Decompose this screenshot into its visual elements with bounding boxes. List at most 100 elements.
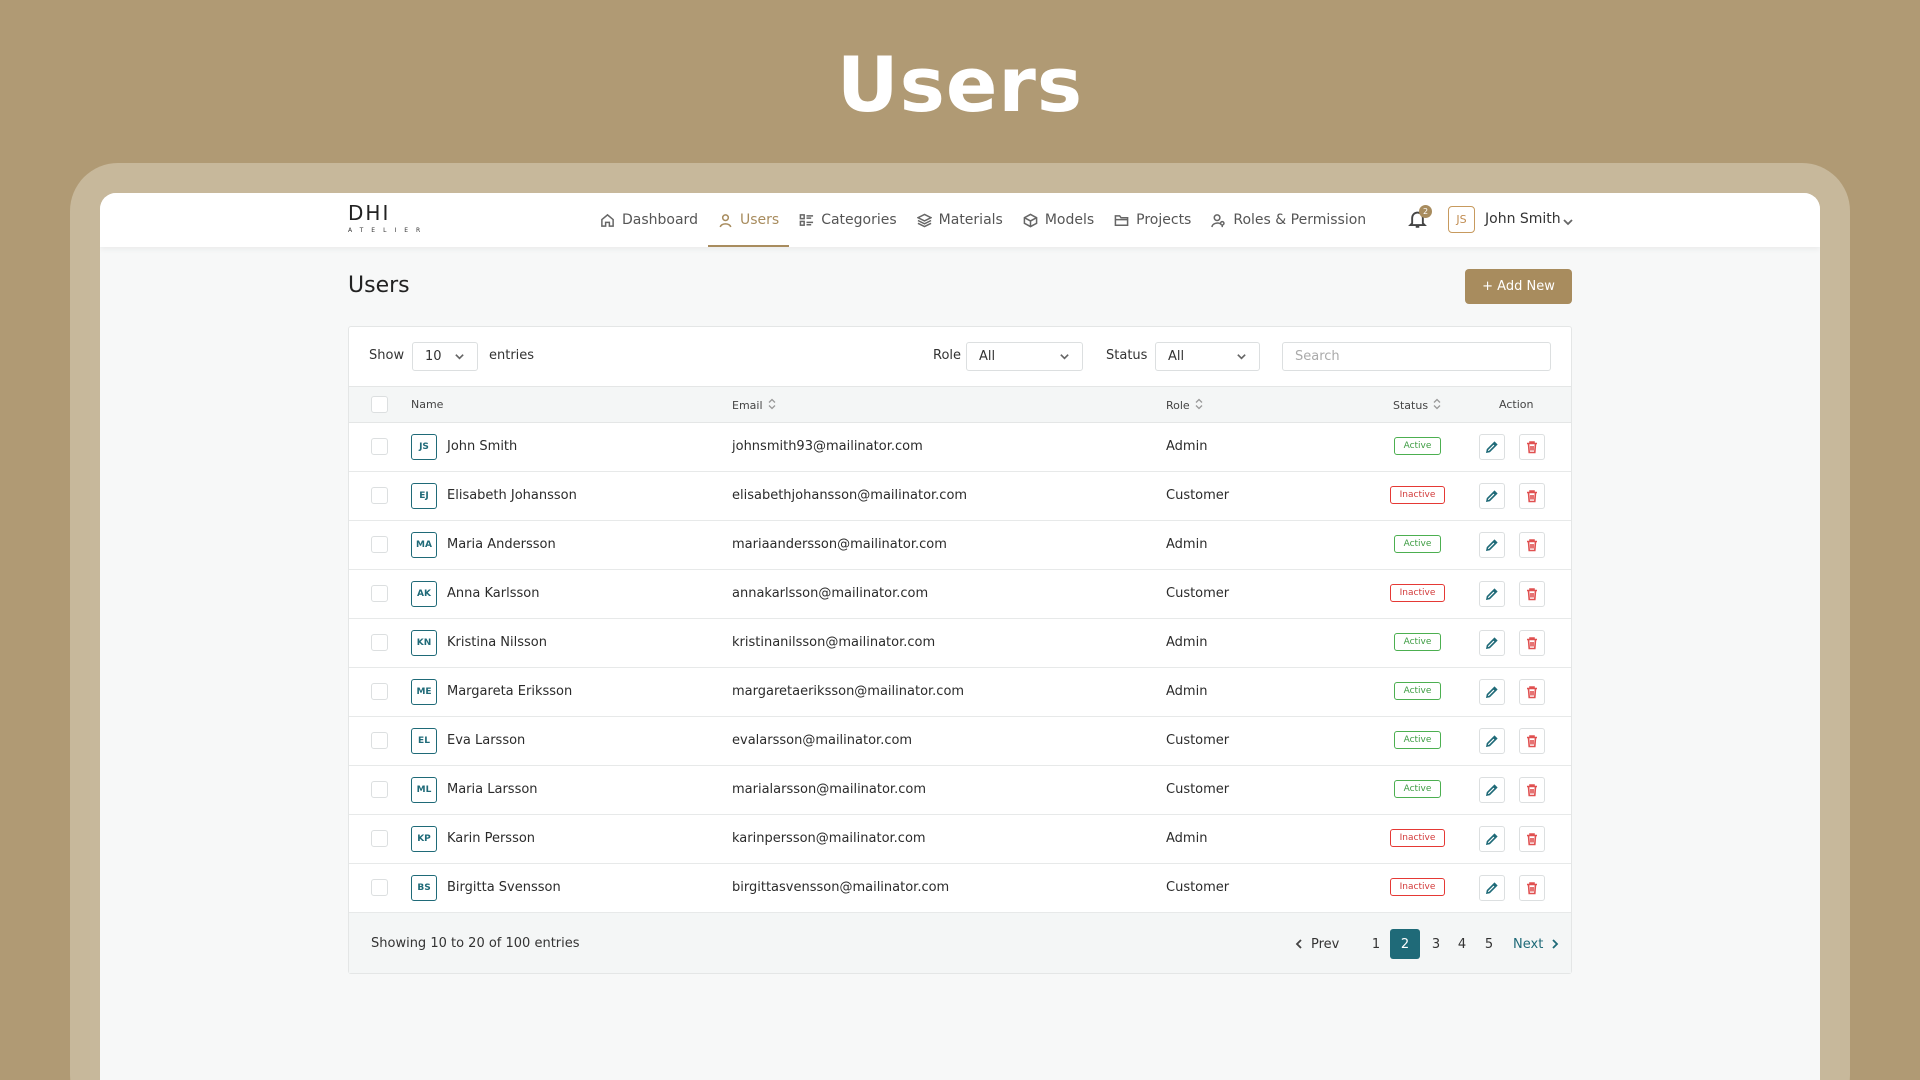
user-role-cell: Admin (1166, 439, 1208, 454)
status-select[interactable]: All (1155, 342, 1260, 371)
user-name-cell: Elisabeth Johansson (447, 488, 577, 503)
user-email-cell: annakarlsson@mailinator.com (732, 586, 929, 601)
edit-button[interactable] (1479, 679, 1505, 705)
app-screen: DHI ATELIER Dashboard Users Categories M… (100, 193, 1820, 1080)
nav-item-dashboard[interactable]: Dashboard (590, 193, 708, 247)
delete-button[interactable] (1519, 630, 1545, 656)
user-name-cell: Anna Karlsson (447, 586, 540, 601)
column-label: Action (1499, 398, 1534, 411)
table-row: MA Maria Andersson mariaandersson@mailinat… (349, 521, 1571, 570)
row-checkbox[interactable] (371, 585, 388, 602)
role-filter-value: All (979, 349, 996, 364)
edit-button[interactable] (1479, 630, 1505, 656)
table-toolbar: Show 10 entries Role All Status All (349, 327, 1573, 387)
user-role-cell: Admin (1166, 635, 1208, 650)
row-checkbox[interactable] (371, 438, 388, 455)
nav-item-categories[interactable]: Categories (789, 193, 906, 247)
column-header-email[interactable]: Email (732, 398, 776, 413)
row-checkbox[interactable] (371, 487, 388, 504)
user-name-cell: Maria Larsson (447, 782, 538, 797)
user-email-cell: birgittasvensson@mailinator.com (732, 880, 950, 895)
user-initials-avatar: KN (411, 630, 437, 656)
nav-label: Roles & Permission (1233, 212, 1367, 228)
delete-button[interactable] (1519, 875, 1545, 901)
nav-item-materials[interactable]: Materials (907, 193, 1013, 247)
search-input[interactable] (1282, 342, 1551, 371)
chevron-down-icon (455, 354, 464, 360)
column-header-status[interactable]: Status (1393, 398, 1441, 413)
delete-button[interactable] (1519, 483, 1545, 509)
entries-summary: Showing 10 to 20 of 100 entries (371, 936, 580, 951)
pencil-icon (1485, 490, 1498, 503)
delete-button[interactable] (1519, 777, 1545, 803)
delete-button[interactable] (1519, 679, 1545, 705)
edit-button[interactable] (1479, 826, 1505, 852)
user-email-cell: karinpersson@mailinator.com (732, 831, 926, 846)
row-checkbox[interactable] (371, 634, 388, 651)
column-header-role[interactable]: Role (1166, 398, 1203, 413)
trash-icon (1527, 735, 1537, 748)
trash-icon (1527, 637, 1537, 650)
user-name-cell: Margareta Eriksson (447, 684, 573, 699)
select-all-checkbox[interactable] (371, 396, 388, 413)
add-new-button[interactable]: + Add New (1465, 269, 1572, 304)
table-row: KP Karin Persson karinpersson@mailinator.c… (349, 815, 1571, 864)
chevron-down-icon[interactable] (1562, 213, 1574, 226)
delete-button[interactable] (1519, 826, 1545, 852)
page-button-3[interactable]: 3 (1431, 929, 1441, 959)
edit-button[interactable] (1479, 875, 1505, 901)
edit-button[interactable] (1479, 532, 1505, 558)
sort-icon[interactable] (768, 398, 776, 413)
edit-button[interactable] (1479, 777, 1505, 803)
cube-icon (1023, 213, 1038, 227)
page-button-1[interactable]: 1 (1371, 929, 1381, 959)
row-checkbox[interactable] (371, 536, 388, 553)
role-select[interactable]: All (966, 342, 1083, 371)
row-checkbox[interactable] (371, 781, 388, 798)
row-checkbox[interactable] (371, 830, 388, 847)
user-role-cell: Admin (1166, 684, 1208, 699)
nav-item-models[interactable]: Models (1013, 193, 1104, 247)
next-page-button[interactable]: Next (1513, 929, 1561, 959)
row-checkbox[interactable] (371, 732, 388, 749)
delete-button[interactable] (1519, 581, 1545, 607)
status-badge: Inactive (1390, 829, 1445, 847)
prev-label: Prev (1311, 936, 1340, 952)
column-header-action: Action (1499, 398, 1533, 411)
table-header: Name Email Role Status Action (349, 386, 1571, 423)
user-email-cell: marialarsson@mailinator.com (732, 782, 926, 797)
sort-icon[interactable] (1433, 398, 1441, 413)
delete-button[interactable] (1519, 728, 1545, 754)
delete-button[interactable] (1519, 532, 1545, 558)
page-button-5[interactable]: 5 (1484, 929, 1494, 959)
trash-icon (1527, 784, 1537, 797)
folder-icon (1114, 214, 1129, 226)
user-role-cell: Admin (1166, 831, 1208, 846)
entries-select[interactable]: 10 (412, 342, 478, 371)
hero-title: Users (836, 40, 1084, 129)
notification-button[interactable]: 2 (1408, 205, 1432, 231)
user-email-cell: kristinanilsson@mailinator.com (732, 635, 936, 650)
page-button-2[interactable]: 2 (1390, 929, 1420, 959)
role-label: Role (933, 348, 962, 363)
nav-item-projects[interactable]: Projects (1104, 193, 1201, 247)
sort-icon[interactable] (1195, 398, 1203, 413)
column-label: Role (1166, 399, 1190, 412)
nav-item-users[interactable]: Users (707, 193, 790, 247)
page-button-4[interactable]: 4 (1457, 929, 1467, 959)
edit-button[interactable] (1479, 434, 1505, 460)
edit-button[interactable] (1479, 483, 1505, 509)
row-checkbox[interactable] (371, 683, 388, 700)
avatar[interactable]: JS (1448, 206, 1475, 233)
nav-label: Dashboard (622, 212, 698, 228)
user-name-cell: Birgitta Svensson (447, 880, 561, 895)
nav-item-roles-permission[interactable]: Roles & Permission (1201, 193, 1376, 247)
user-name[interactable]: John Smith (1485, 211, 1561, 227)
edit-button[interactable] (1479, 728, 1505, 754)
user-role-cell: Customer (1166, 782, 1230, 797)
prev-page-button[interactable]: Prev (1293, 929, 1339, 959)
edit-button[interactable] (1479, 581, 1505, 607)
delete-button[interactable] (1519, 434, 1545, 460)
row-checkbox[interactable] (371, 879, 388, 896)
logo[interactable]: DHI ATELIER (348, 201, 438, 241)
